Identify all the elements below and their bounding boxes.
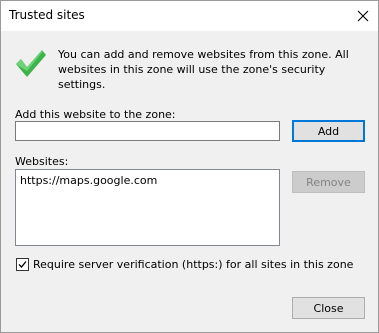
add-website-input[interactable] (15, 121, 280, 141)
require-verification-checkbox[interactable] (16, 258, 29, 271)
websites-list[interactable]: https://maps.google.com (15, 169, 280, 246)
close-button-label: Close (313, 301, 344, 315)
add-website-label: Add this website to the zone: (15, 108, 176, 121)
add-button-label: Add (317, 124, 340, 138)
websites-label: Websites: (15, 155, 69, 168)
intro-text: You can add and remove websites from thi… (58, 48, 349, 91)
title-bar: Trusted sites (1, 1, 378, 31)
trusted-sites-dialog: Trusted sites You can add and remove web… (0, 0, 379, 333)
window-title: Trusted sites (9, 8, 85, 22)
add-button[interactable]: Add (292, 120, 365, 142)
remove-button-label: Remove (306, 175, 351, 189)
close-button[interactable]: Close (292, 297, 365, 319)
list-item[interactable]: https://maps.google.com (20, 174, 157, 187)
checkbox-check-icon (18, 261, 27, 268)
close-window-button[interactable] (348, 1, 378, 31)
close-icon (357, 10, 369, 22)
checkmark-icon (16, 50, 46, 77)
remove-button[interactable]: Remove (292, 171, 365, 193)
require-verification-label[interactable]: Require server verification (https:) for… (33, 258, 353, 271)
